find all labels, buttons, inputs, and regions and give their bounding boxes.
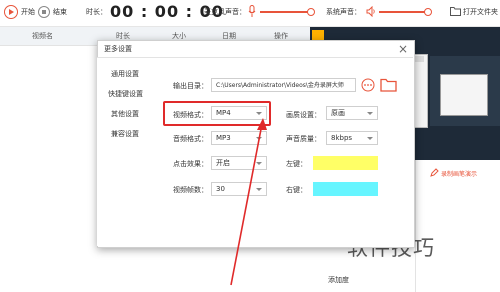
- red-arrow-annotation: [230, 118, 267, 286]
